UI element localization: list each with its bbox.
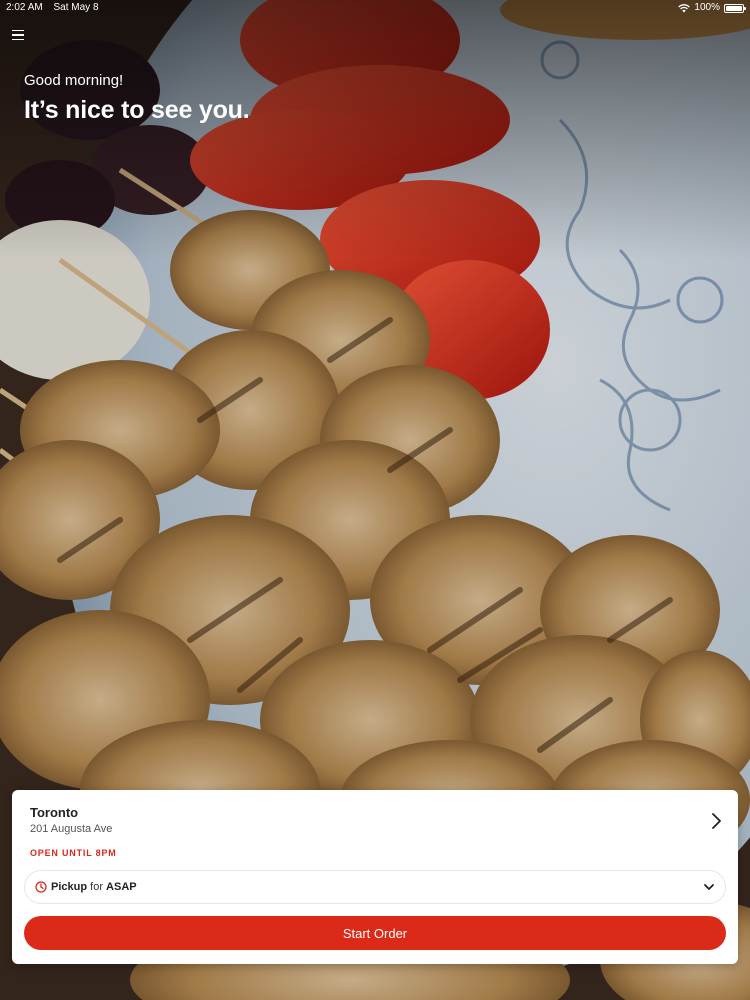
start-order-button[interactable]: Start Order: [24, 916, 726, 950]
battery-icon: [724, 3, 746, 13]
location-name: Toronto: [30, 805, 79, 820]
open-status-badge: OPEN UNTIL 8PM: [30, 848, 117, 858]
top-gradient-overlay: [0, 0, 750, 260]
page-title: It’s nice to see you.: [24, 96, 250, 124]
order-mode-connector: for: [90, 881, 103, 893]
menu-button[interactable]: [8, 25, 28, 45]
status-date: Sat May 8: [53, 2, 99, 13]
wifi-icon: [678, 3, 691, 12]
chevron-down-icon: [704, 884, 714, 890]
status-left: 2:02 AM Sat May 8: [6, 0, 107, 16]
battery-percent: 100%: [694, 2, 720, 13]
status-right: 100%: [678, 0, 746, 16]
greeting-text: Good morning!: [24, 72, 124, 89]
status-bar: 2:02 AM Sat May 8 100%: [0, 0, 750, 16]
order-mode-selector[interactable]: Pickup for ASAP: [24, 870, 726, 904]
chevron-right-icon: [712, 813, 721, 829]
location-selector[interactable]: Toronto 201 Augusta Ave OPEN UNTIL 8PM: [12, 790, 738, 860]
order-mode-label: Pickup for ASAP: [51, 881, 137, 893]
order-mode-time: ASAP: [106, 881, 137, 893]
app-screen: 2:02 AM Sat May 8 100% Good morning! It’…: [0, 0, 750, 1000]
status-time: 2:02 AM: [6, 2, 43, 13]
order-mode-type: Pickup: [51, 881, 88, 893]
location-address: 201 Augusta Ave: [30, 823, 113, 835]
order-card: Toronto 201 Augusta Ave OPEN UNTIL 8PM P…: [12, 790, 738, 964]
menu-icon: [12, 29, 24, 32]
clock-icon: [35, 881, 47, 893]
